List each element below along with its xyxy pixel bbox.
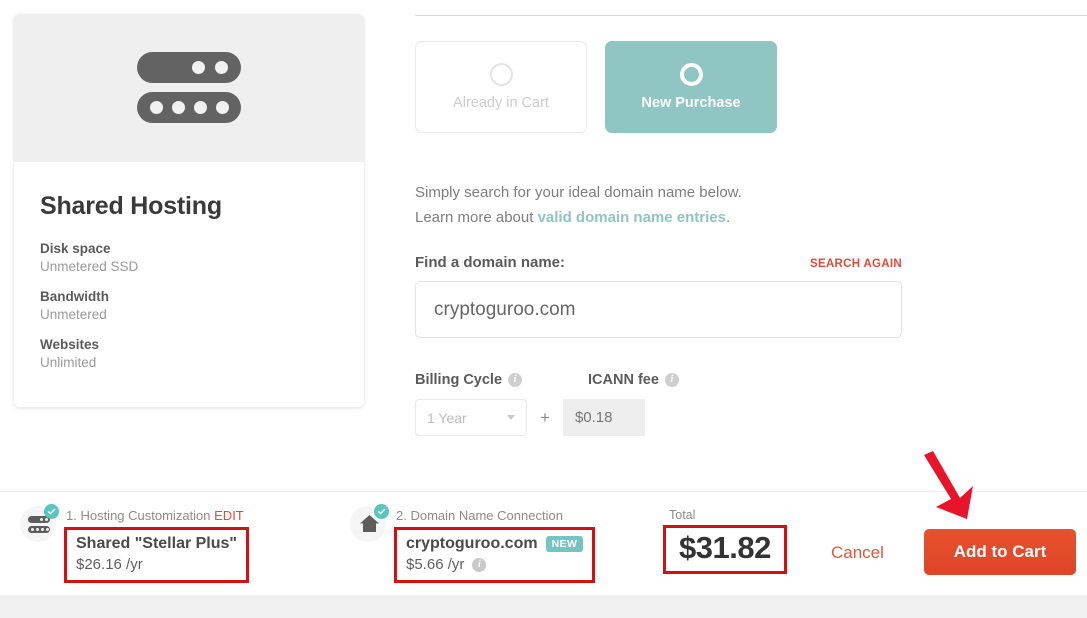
intro-prefix: Learn more about [415,209,538,226]
domain-search-header: Find a domain name: SEARCH AGAIN [415,254,902,271]
intro-suffix: . [725,209,731,226]
domain-search-input[interactable] [415,281,902,338]
chevron-down-icon [507,415,515,420]
option-label: Already in Cart [453,95,549,111]
spec-websites: Websites Unlimited [40,337,338,370]
product-title: Shared Hosting [40,192,222,220]
option-label: New Purchase [641,95,741,111]
hosting-price: $26.16 /yr [76,556,237,573]
spec-bandwidth: Bandwidth Unmetered [40,289,338,322]
search-again-link[interactable]: SEARCH AGAIN [810,258,902,270]
top-divider [415,15,1087,16]
billing-headers: Billing Cycle i ICANN fee i [415,372,679,388]
domain-name-text: cryptoguroo.com [406,535,538,552]
info-icon[interactable]: i [472,557,487,572]
option-new-purchase[interactable]: New Purchase [605,41,777,133]
billing-cycle-label: Billing Cycle [415,372,503,388]
icann-fee-label: ICANN fee [588,372,659,388]
intro-line-2: Learn more about valid domain name entri… [415,205,742,230]
option-already-in-cart[interactable]: Already in Cart [415,41,587,133]
plus-sign: + [540,407,550,427]
domain-icon-wrap [350,504,389,542]
total-value: $31.82 [679,530,771,565]
hosting-price-text: $26.16 /yr [76,556,143,573]
total-block: Total $31.82 [663,508,787,574]
domain-step-label: 2. Domain Name Connection [396,508,563,523]
billing-row: Billing Cycle i ICANN fee i 1 Year + $0.… [415,372,679,436]
check-circle-icon [374,504,389,519]
icann-fee-header: ICANN fee i [588,372,679,388]
summary-item-domain: 2. Domain Name Connection cryptoguroo.co… [350,504,596,583]
hosting-plan-name: Shared "Stellar Plus" [76,535,238,552]
domain-search-block: Find a domain name: SEARCH AGAIN [415,254,902,338]
purchase-type-options: Already in Cart New Purchase [415,41,777,133]
check-circle-icon [44,504,59,519]
spec-label: Disk space [40,241,111,256]
new-badge: NEW [545,536,584,552]
radio-circle-selected-icon [679,63,703,86]
domain-detail-box: cryptoguroo.com NEW $5.66 /yr i [394,527,596,583]
icann-fee-value: $0.18 [562,399,645,436]
product-card-body: Shared Hosting Disk space Unmetered SSD … [14,162,364,370]
billing-cycle-select[interactable]: 1 Year [415,399,527,436]
domain-price: $5.66 /yr i [406,556,583,573]
server-icon [137,52,241,124]
product-card-header [14,14,364,162]
hosting-step-text: 1. Hosting Customization [66,508,211,523]
intro-line-1: Simply search for your ideal domain name… [415,184,742,201]
bottom-strip [0,595,1087,618]
total-box: $31.82 [663,525,787,574]
spec-value: Unlimited [40,355,97,370]
billing-cycle-header: Billing Cycle i [415,372,523,388]
server-icon [28,516,50,533]
summary-item-hosting: 1. Hosting Customization EDIT Shared "St… [20,504,250,583]
info-icon[interactable]: i [664,373,679,387]
intro-text: Simply search for your ideal domain name… [415,180,742,230]
spec-disk-space: Disk space Unmetered SSD [40,241,338,274]
domain-search-label: Find a domain name: [415,254,566,271]
domain-name: cryptoguroo.com NEW [406,535,584,553]
billing-controls: 1 Year + $0.18 [415,399,679,436]
spec-label: Websites [40,337,100,352]
domain-price-text: $5.66 /yr [406,556,465,573]
spec-value: Unmetered [40,307,107,322]
domain-purchase-page: Shared Hosting Disk space Unmetered SSD … [0,0,1087,618]
add-to-cart-button[interactable]: Add to Cart [924,529,1076,575]
spec-label: Bandwidth [40,289,109,304]
radio-circle-icon [489,63,513,86]
valid-domain-entries-link[interactable]: valid domain name entries [538,209,726,226]
hosting-detail-box: Shared "Stellar Plus" $26.16 /yr [64,527,250,583]
billing-cycle-value: 1 Year [427,409,467,426]
spec-value: Unmetered SSD [40,259,139,274]
cancel-link[interactable]: Cancel [831,543,884,563]
hosting-step-label: 1. Hosting Customization EDIT [66,504,249,523]
product-card: Shared Hosting Disk space Unmetered SSD … [14,14,364,407]
hosting-edit-link[interactable]: EDIT [214,508,244,523]
total-label: Total [669,508,696,522]
hosting-icon-wrap [20,504,59,542]
info-icon[interactable]: i [508,373,523,387]
